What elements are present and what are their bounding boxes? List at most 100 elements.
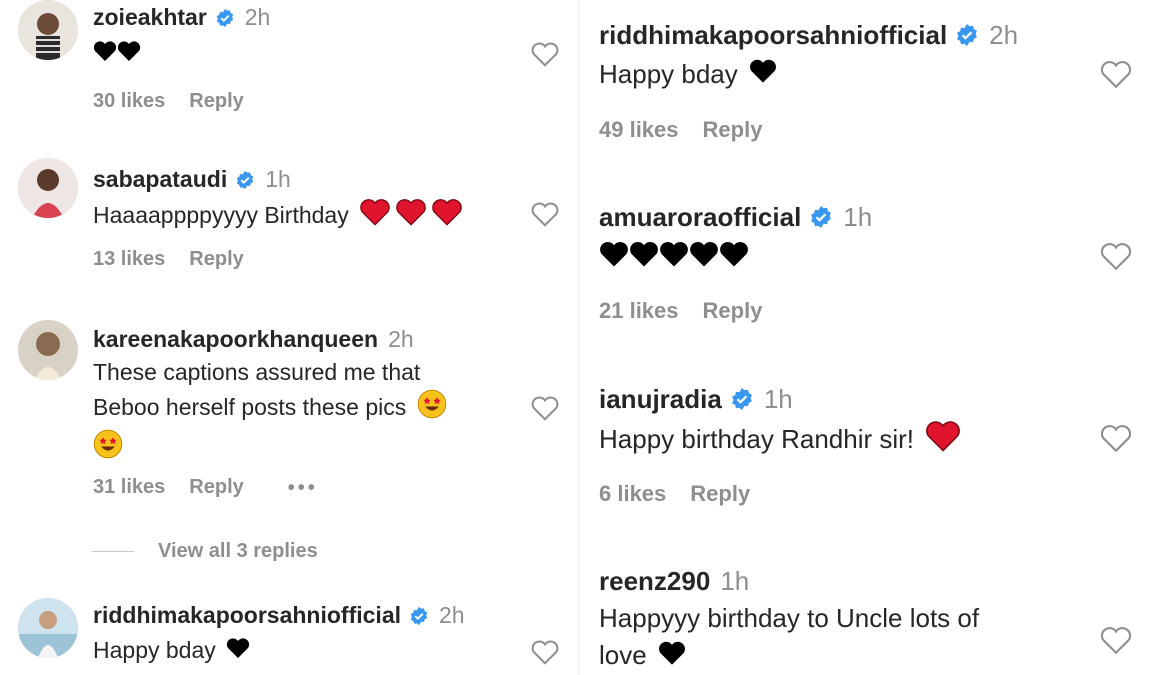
red-heart-icon [395,198,427,235]
username[interactable]: riddhimakapoorsahniofficial [93,602,401,629]
timestamp: 2h [439,602,465,628]
likes-count[interactable]: 13 likes [93,248,165,271]
comment-header: sabapataudi 1h [93,166,291,193]
username[interactable]: kareenakapoorkhanqueen [93,326,378,353]
comments-column-left: zoieakhtar 2h 30 likes Reply sabapataudi… [0,0,575,675]
comment-header: reenz290 1h [599,566,749,597]
comment-header: zoieakhtar 2h [93,4,270,31]
red-heart-icon [431,198,463,235]
black-heart-icon [629,241,659,274]
black-heart-icon [658,639,686,675]
star-struck-emoji-icon [417,389,447,428]
username[interactable]: amuaroraofficial [599,202,801,233]
reply-button[interactable]: Reply [703,117,763,143]
comment-item: riddhimakapoorsahniofficial 2h Happy bda… [579,0,1157,160]
black-heart-icon [117,41,141,67]
comment-item: riddhimakapoorsahniofficial 2h Happy bda… [0,598,575,675]
comment-text: Happy birthday Randhir sir! [599,420,961,463]
comment-text-line: love [599,639,647,670]
comment-header: kareenakapoorkhanqueen 2h [93,326,414,353]
comment-meta: 49 likes Reply [599,117,762,143]
comment-item: amuaroraofficial 1h 21 likes Reply [579,180,1157,340]
like-heart-icon[interactable] [530,394,560,422]
reply-button[interactable]: Reply [189,90,243,113]
verified-badge-icon [235,170,255,195]
black-heart-icon [226,635,250,668]
comment-item: reenz290 1h Happyyy birthday to Uncle lo… [579,548,1157,675]
comment-text: These captions assured me that Beboo her… [93,356,523,468]
verified-badge-icon [955,23,979,52]
black-heart-icon [659,241,689,274]
likes-count[interactable]: 49 likes [599,117,679,143]
star-struck-emoji-icon [93,429,123,468]
comment-item: kareenakapoorkhanqueen 2h These captions… [0,320,575,520]
comment-meta: 21 likes Reply [599,298,762,324]
avatar[interactable] [18,320,78,380]
verified-badge-icon [409,606,429,631]
comment-body: Happy bday [599,59,738,89]
comment-item: sabapataudi 1h Haaaappppyyyy Birthday 13… [0,158,575,288]
username[interactable]: ianujradia [599,384,722,415]
comment-text-line: Beboo herself posts these pics [93,394,407,421]
timestamp: 1h [763,384,793,414]
username[interactable]: reenz290 [599,566,710,597]
red-heart-icon [925,420,961,463]
timestamp: 2h [388,326,414,352]
avatar[interactable] [18,598,78,658]
view-replies-label: View all 3 replies [158,540,318,562]
like-heart-icon[interactable] [530,638,560,666]
comment-text-line: Happyyy birthday to Uncle lots of [599,603,980,633]
username[interactable]: zoieakhtar [93,4,207,31]
like-heart-icon[interactable] [1099,422,1133,454]
verified-badge-icon [730,387,754,416]
comment-text-line: These captions assured me that [93,359,421,385]
comment-meta: 13 likes Reply [93,248,244,271]
comment-text [599,240,749,279]
verified-badge-icon [809,205,833,234]
like-heart-icon[interactable] [530,200,560,228]
comment-meta: 30 likes Reply [93,90,244,113]
username[interactable]: sabapataudi [93,166,227,193]
timestamp: 2h [244,4,271,30]
likes-count[interactable]: 31 likes [93,476,165,499]
verified-badge-icon [215,8,235,33]
avatar[interactable] [18,158,78,218]
likes-count[interactable]: 30 likes [93,90,165,113]
red-heart-icon [359,198,391,235]
black-heart-icon [719,241,749,274]
black-heart-icon [689,241,719,274]
comment-text [93,38,141,71]
black-heart-icon [93,41,117,67]
reply-button[interactable]: Reply [189,248,243,271]
comment-meta: 6 likes Reply [599,481,750,507]
timestamp: 2h [989,20,1019,50]
likes-count[interactable]: 6 likes [599,481,666,507]
username[interactable]: riddhimakapoorsahniofficial [599,20,947,51]
like-heart-icon[interactable] [1099,240,1133,272]
comment-text: Happy bday [93,634,250,669]
more-options-icon[interactable]: ••• [288,478,318,498]
comment-text: Happy bday [599,56,777,95]
view-replies-button[interactable]: View all 3 replies [92,540,318,563]
comment-header: riddhimakapoorsahniofficial 2h [93,602,465,629]
reply-button[interactable]: Reply [189,476,243,499]
like-heart-icon[interactable] [1099,58,1133,90]
likes-count[interactable]: 21 likes [599,298,679,324]
reply-button[interactable]: Reply [703,298,763,324]
timestamp: 1h [720,566,750,596]
comment-meta: 31 likes Reply ••• [93,476,318,499]
comment-text: Haaaappppyyyy Birthday [93,198,463,235]
comment-body: Happy bday [93,637,216,663]
avatar[interactable] [18,0,78,60]
comment-body: Happy birthday Randhir sir! [599,424,915,455]
like-heart-icon[interactable] [1099,624,1133,656]
reply-button[interactable]: Reply [690,481,750,507]
comment-item: zoieakhtar 2h 30 likes Reply [0,0,575,140]
comment-body: Haaaappppyyyy Birthday [93,201,349,228]
divider-line [92,551,134,552]
like-heart-icon[interactable] [530,40,560,68]
comments-column-right: riddhimakapoorsahniofficial 2h Happy bda… [578,0,1157,675]
comment-header: riddhimakapoorsahniofficial 2h [599,20,1018,51]
comment-header: ianujradia 1h [599,384,793,415]
black-heart-icon [749,57,777,95]
